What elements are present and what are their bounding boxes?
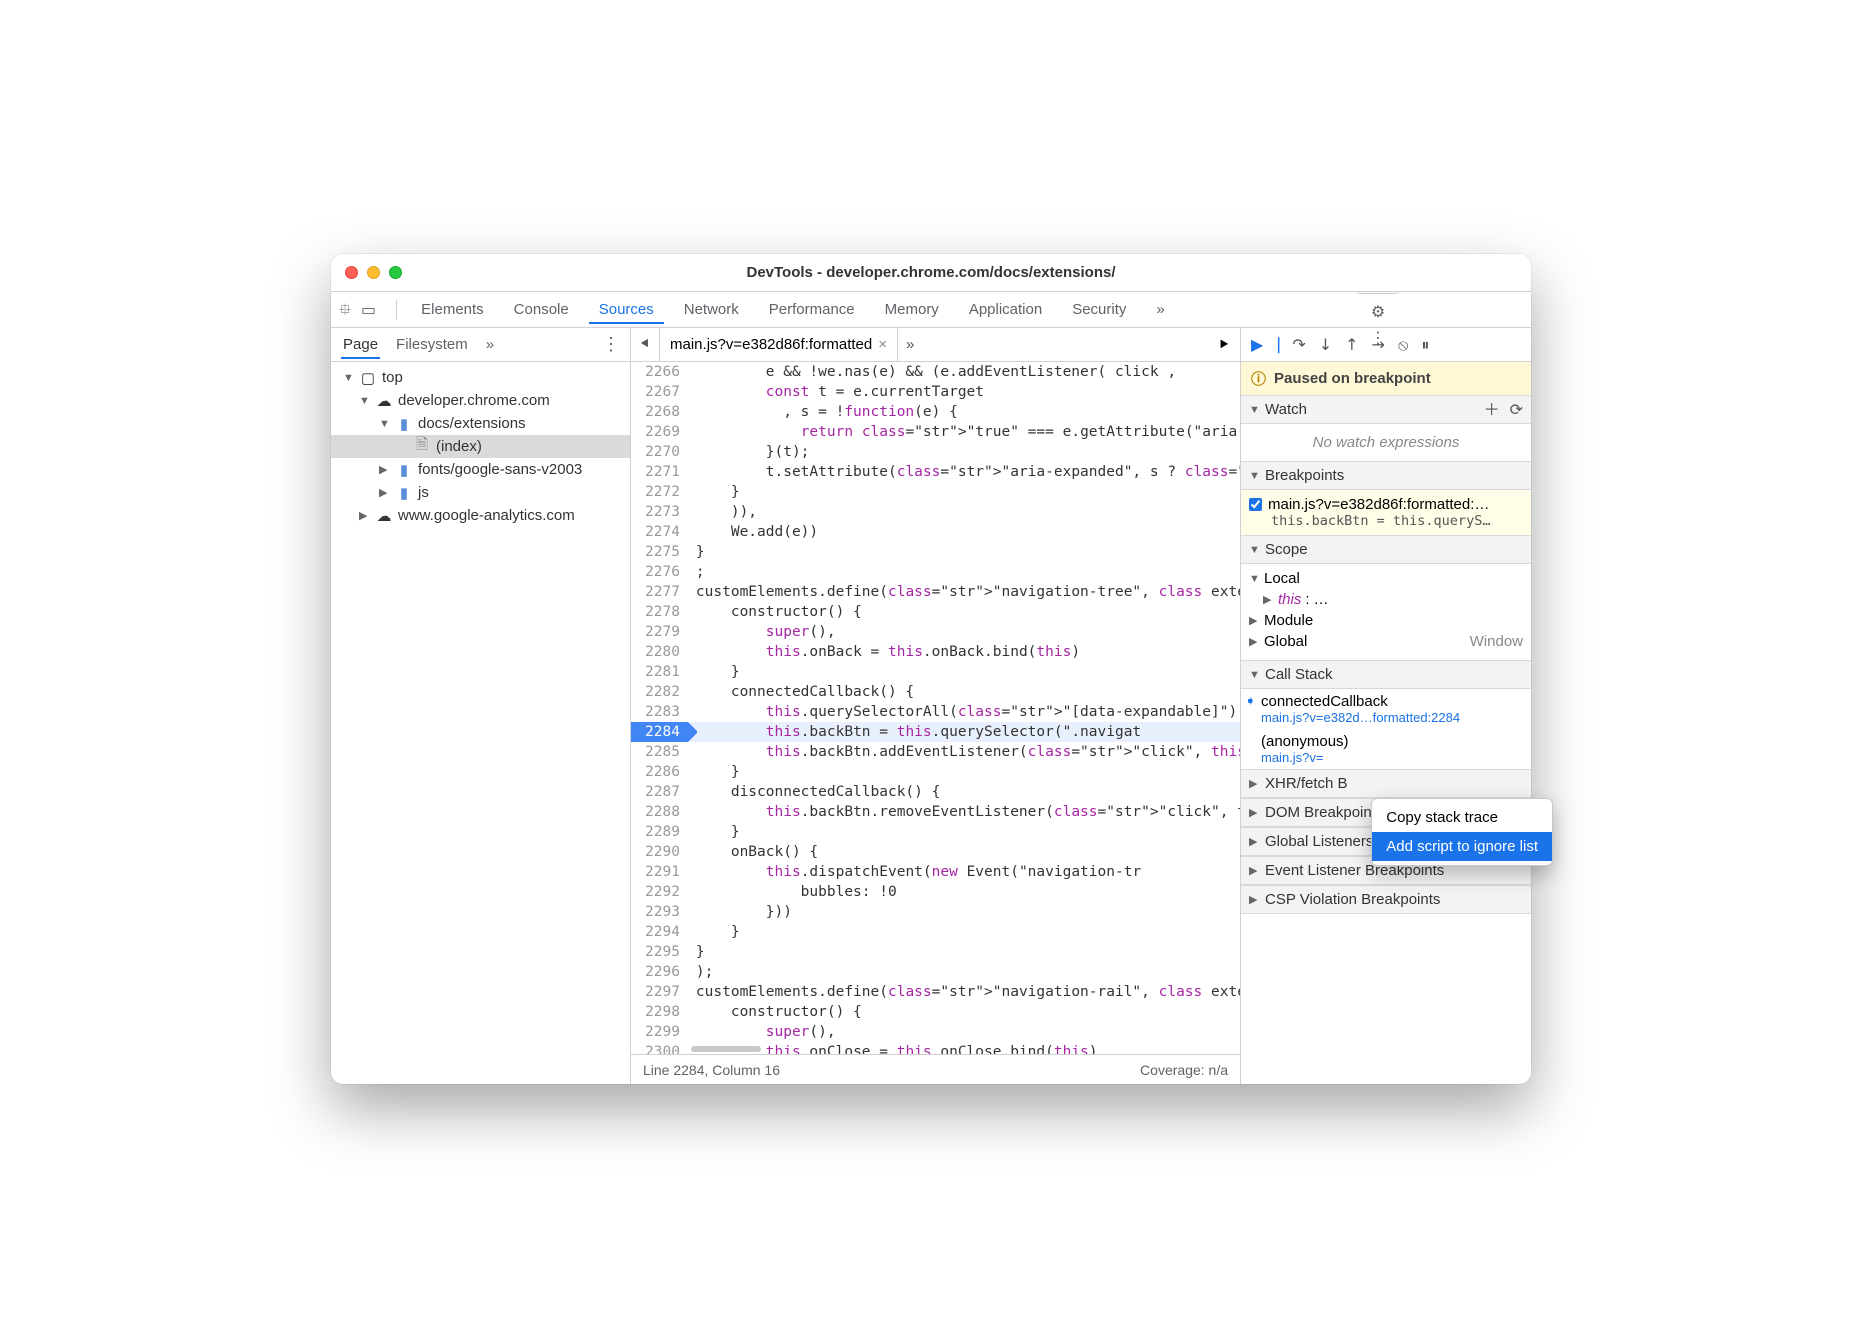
tab-memory[interactable]: Memory [875,295,949,324]
window-title: DevTools - developer.chrome.com/docs/ext… [331,264,1531,281]
info-icon: ⓘ [1251,368,1266,389]
window-titlebar: DevTools - developer.chrome.com/docs/ext… [331,254,1531,292]
callstack-frame[interactable]: connectedCallback main.js?v=e382d…format… [1241,689,1531,729]
add-watch-icon[interactable]: ＋ [1484,402,1500,418]
xhr-breakpoints-head[interactable]: ▶XHR/fetch B [1241,769,1531,798]
editor-overflow[interactable]: » [898,336,922,353]
tab-console[interactable]: Console [504,295,579,324]
breakpoint-checkbox[interactable] [1249,498,1262,511]
tabs-overflow[interactable]: » [1146,295,1174,324]
scope-global[interactable]: ▶GlobalWindow [1249,631,1523,652]
close-window-button[interactable] [345,266,358,279]
frame-name: connectedCallback [1261,693,1521,710]
frame-location: main.js?v=e382d…formatted:2284 [1261,710,1521,725]
editor-tab-main[interactable]: main.js?v=e382d86f:formatted × [660,328,898,361]
minimize-window-button[interactable] [367,266,380,279]
watch-section-head[interactable]: ▼Watch ＋⟳ [1241,395,1531,424]
tab-sources[interactable]: Sources [589,295,664,324]
tab-security[interactable]: Security [1062,295,1136,324]
inspect-element-icon[interactable]: ⯐ [339,302,351,318]
scope-this[interactable]: ▶this: … [1249,589,1523,610]
close-tab-icon[interactable]: × [878,336,887,353]
step-out-icon[interactable]: ↑ [1345,337,1358,353]
tab-network[interactable]: Network [674,295,749,324]
breakpoint-item[interactable]: main.js?v=e382d86f:formatted:… this.back… [1241,490,1531,535]
pause-on-exceptions-icon[interactable]: ⏸ [1421,337,1429,353]
editor-panel: ⯇ main.js?v=e382d86f:formatted × » ⯈ 226… [631,328,1241,1084]
main-tabbar: ⯐ ▭ Elements Console Sources Network Per… [331,292,1531,328]
device-toolbar-icon[interactable]: ▭ [361,302,376,318]
scope-body: ▼Local ▶this: … ▶Module ▶GlobalWindow [1241,564,1531,660]
tab-performance[interactable]: Performance [759,295,865,324]
breakpoints-section-head[interactable]: ▼Breakpoints [1241,461,1531,490]
navigator-tab-filesystem[interactable]: Filesystem [394,330,470,359]
menu-copy-stack-trace[interactable]: Copy stack trace [1372,803,1552,832]
settings-icon[interactable]: ⚙ [1371,304,1385,320]
tree-file-index[interactable]: 🗎(index) [331,435,630,458]
tree-folder-js[interactable]: ▶▮js [331,481,630,504]
tab-elements[interactable]: Elements [411,295,494,324]
context-menu: Copy stack trace Add script to ignore li… [1371,798,1553,866]
scope-local[interactable]: ▼Local [1249,568,1523,589]
debugger-toolbar: ▶⎹ ↷ ↓ ↑ → ⦸ ⏸ [1241,328,1531,362]
line-gutter[interactable]: 2266226722682269227022712272227322742275… [631,362,688,1054]
coverage-status: Coverage: n/a [1140,1062,1228,1078]
breakpoint-title: main.js?v=e382d86f:formatted:… [1268,496,1489,513]
frame-name: (anonymous) [1261,733,1521,750]
editor-nav-prev-icon[interactable]: ⯇ [631,328,660,361]
watch-empty: No watch expressions [1241,424,1531,461]
breakpoint-snippet: this.backBtn = this.queryS… [1249,513,1523,529]
navigator-more-icon[interactable]: ⋮ [602,334,620,355]
csp-breakpoints-head[interactable]: ▶CSP Violation Breakpoints [1241,885,1531,914]
separator [396,300,397,320]
tab-application[interactable]: Application [959,295,1052,324]
tree-folder-fonts[interactable]: ▶▮fonts/google-sans-v2003 [331,458,630,481]
editor-tabbar: ⯇ main.js?v=e382d86f:formatted × » ⯈ [631,328,1240,362]
tree-top[interactable]: ▼▢top [331,366,630,389]
horizontal-scrollbar[interactable] [691,1046,761,1052]
code-source[interactable]: e && !we.nas(e) && (e.addEventListener( … [688,362,1240,1054]
tree-host[interactable]: ▼☁developer.chrome.com [331,389,630,412]
zoom-window-button[interactable] [389,266,402,279]
navigator-tabs: Page Filesystem » ⋮ [331,328,630,362]
callstack-frame[interactable]: (anonymous) main.js?v= [1241,729,1531,769]
editor-statusbar: Line 2284, Column 16 Coverage: n/a [631,1054,1240,1084]
step-icon[interactable]: → [1372,337,1385,353]
scope-section-head[interactable]: ▼Scope [1241,535,1531,564]
navigator-overflow[interactable]: » [484,330,496,359]
step-over-icon[interactable]: ↷ [1292,337,1305,353]
resume-icon[interactable]: ▶⎹ [1251,337,1279,353]
callstack-section-head[interactable]: ▼Call Stack [1241,660,1531,689]
code-editor[interactable]: 2266226722682269227022712272227322742275… [631,362,1240,1054]
debugger-paused-banner: ⓘ Paused on breakpoint [1241,362,1531,395]
cursor-position: Line 2284, Column 16 [643,1062,780,1078]
navigator-panel: Page Filesystem » ⋮ ▼▢top ▼☁developer.ch… [331,328,631,1084]
scope-module[interactable]: ▶Module [1249,610,1523,631]
deactivate-breakpoints-icon[interactable]: ⦸ [1398,337,1408,353]
editor-nav-next-icon[interactable]: ⯈ [1217,337,1230,353]
editor-tab-label: main.js?v=e382d86f:formatted [670,336,872,353]
debugger-panel: ▶⎹ ↷ ↓ ↑ → ⦸ ⏸ ⓘ Paused on breakpoint ▼W… [1241,328,1531,1084]
menu-add-to-ignore-list[interactable]: Add script to ignore list [1372,832,1552,861]
step-into-icon[interactable]: ↓ [1319,337,1332,353]
tree-host-analytics[interactable]: ▶☁www.google-analytics.com [331,504,630,527]
file-tree[interactable]: ▼▢top ▼☁developer.chrome.com ▼▮docs/exte… [331,362,630,1084]
navigator-tab-page[interactable]: Page [341,330,380,359]
refresh-watch-icon[interactable]: ⟳ [1510,402,1523,418]
paused-text: Paused on breakpoint [1274,370,1431,387]
callstack-body: connectedCallback main.js?v=e382d…format… [1241,689,1531,769]
traffic-lights [345,266,402,279]
tree-folder-docs[interactable]: ▼▮docs/extensions [331,412,630,435]
frame-location: main.js?v= [1261,750,1521,765]
devtools-window: DevTools - developer.chrome.com/docs/ext… [331,254,1531,1084]
